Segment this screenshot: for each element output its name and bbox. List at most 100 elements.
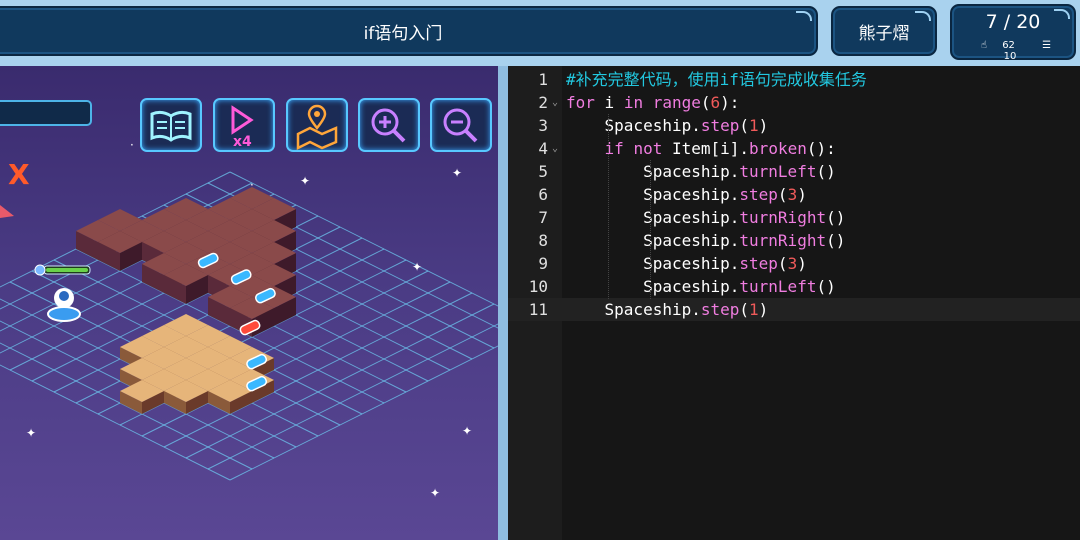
map-button[interactable] [286,98,348,152]
code-token: () [816,162,836,181]
code-text: if not Item[i].broken(): [566,137,836,160]
code-token: () [816,277,836,296]
code-line[interactable]: 2 ⌄ for i in range(6): [508,91,1080,114]
code-token: ( [700,93,711,112]
level-title: if语句入门 [0,6,818,56]
code-text: Spaceship.step(3) [566,183,807,206]
code-token: 6 [710,93,721,112]
code-token: Spaceship. [566,277,740,296]
code-token: not [633,139,663,158]
code-token: for [566,93,595,112]
user-name-button[interactable]: 熊子熠 [831,6,937,56]
list-count: 10 [1003,51,1017,62]
fold-chevron-icon[interactable]: ⌄ [552,137,562,160]
code-text: #补充完整代码，使用if语句完成收集任务 [566,68,867,91]
code-token: Item[i]. [662,139,750,158]
likes-stat: ☝ 62 [975,40,1021,51]
code-token: 3 [787,185,798,204]
code-line[interactable]: 8 Spaceship.turnRight() [508,229,1080,252]
player-name-field [0,100,92,126]
likes-count: 62 [1002,40,1015,51]
code-token: ) [797,185,807,204]
indent-guide [650,160,652,299]
code-token: in [623,93,644,112]
line-number: 3 [538,116,548,135]
zoom-out-button[interactable] [430,98,492,152]
code-line[interactable]: 6 Spaceship.step(3) [508,183,1080,206]
code-line[interactable]: 5 Spaceship.turnLeft() [508,160,1080,183]
code-line[interactable]: 1 #补充完整代码，使用if语句完成收集任务 [508,68,1080,91]
code-token: step [700,300,740,319]
line-number: 2 [538,93,548,112]
code-token: Spaceship. [566,162,740,181]
red-arrow-icon [0,205,14,218]
zoom-in-button[interactable] [358,98,420,152]
star-decoration: ✦ [430,486,441,500]
code-token: ) [758,300,769,319]
code-token: ) [758,116,769,135]
book-icon [150,110,192,142]
map-location-icon [296,104,338,151]
code-token: ( [777,254,788,273]
code-editor[interactable]: 1 #补充完整代码，使用if语句完成收集任务 2 ⌄ for i in range(6)… [508,66,1080,540]
top-bar: if语句入门 熊子熠 7 / 20 ☝ 62 ☰ 10 [0,0,1080,66]
guide-book-button[interactable] [140,98,202,152]
code-token: 3 [787,254,798,273]
svg-text:x4: x4 [233,134,252,150]
line-number: 7 [538,208,548,227]
speed-button[interactable]: x4 [213,98,275,152]
code-text: Spaceship.step(3) [566,252,807,275]
code-token: ( [739,116,750,135]
code-token: () [826,231,846,250]
star-decoration: · [130,138,134,152]
code-token: step [739,185,778,204]
progress-panel[interactable]: 7 / 20 ☝ 62 ☰ 10 [950,4,1076,62]
code-line[interactable]: 4 ⌄ if not Item[i].broken(): [508,137,1080,160]
code-text: for i in range(6): [566,91,739,114]
code-text: Spaceship.turnLeft() [566,275,836,298]
line-number: 9 [538,254,548,273]
star-decoration: ✦ [300,174,311,188]
code-token: (): [806,139,836,158]
star-decoration: ✦ [412,260,423,274]
line-number: 1 [538,70,548,89]
thumbs-up-icon: ☝ [980,40,987,51]
code-text: Spaceship.turnLeft() [566,160,836,183]
code-token: Spaceship. [566,300,701,319]
star-decoration: ✦ [26,426,37,440]
code-line[interactable]: 10 Spaceship.turnLeft() [508,275,1080,298]
speed-x4-icon: x4 [231,105,254,150]
fold-chevron-icon[interactable]: ⌄ [552,91,562,114]
stats-row: ☝ 62 ☰ 10 [952,40,1074,62]
line-number: 6 [538,185,548,204]
code-token: ): [720,93,740,112]
code-token: () [826,208,846,227]
code-token: Spaceship. [566,185,740,204]
code-token: Spaceship. [566,254,740,273]
code-line[interactable]: 3 Spaceship.step(1) [508,114,1080,137]
code-token: i [594,93,624,112]
level-title-text: if语句入门 [363,23,443,44]
code-text: Spaceship.step(1) [566,114,769,137]
list-icon: ☰ [1042,40,1052,51]
code-token: turnRight [739,208,827,227]
code-line[interactable]: 11 Spaceship.step(1) [508,298,1080,321]
code-token: ( [739,300,750,319]
close-marker-icon: X [8,158,30,191]
code-line[interactable]: 7 Spaceship.turnRight() [508,206,1080,229]
code-line[interactable]: 9 Spaceship.step(3) [508,252,1080,275]
code-token: #补充完整代码，使用if语句完成收集任务 [566,70,867,89]
code-token: 1 [749,300,759,319]
code-token: turnRight [739,231,827,250]
code-token: range [652,93,701,112]
code-token: Spaceship. [566,116,701,135]
panel-divider[interactable] [498,66,508,540]
code-token: Spaceship. [566,208,740,227]
shine-decoration [796,11,812,21]
game-canvas[interactable]: X x4 ✦ ✦ ✦ ✦ ✦ ✦ · · [0,66,498,540]
line-number: 10 [528,277,548,296]
zoom-in-icon [371,108,406,143]
code-text: Spaceship.step(1) [566,298,769,321]
